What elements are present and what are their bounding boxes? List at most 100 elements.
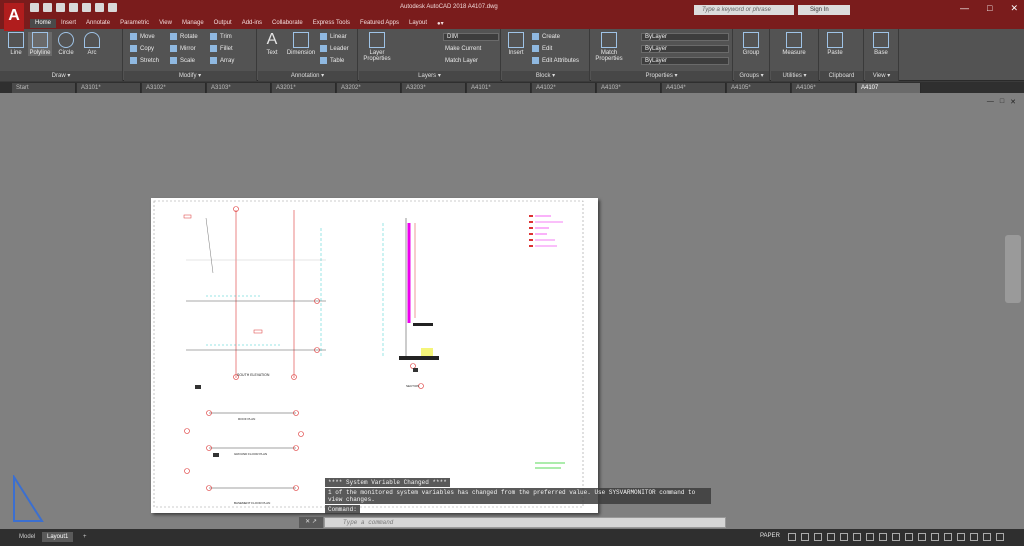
transparency-icon[interactable] — [879, 533, 887, 541]
add-layout-button[interactable]: + — [78, 532, 92, 542]
leader-button[interactable]: Leader — [320, 45, 349, 52]
linear-button[interactable]: Linear — [320, 33, 347, 40]
polar-icon[interactable] — [827, 533, 835, 541]
file-tab-a3101[interactable]: A3101* — [77, 83, 141, 93]
insert-tool[interactable]: Insert — [504, 32, 528, 56]
ribbon-tab-view[interactable]: View — [154, 19, 177, 28]
properties-panel-title[interactable]: Properties ▾ — [591, 71, 732, 81]
isolate-objects-icon[interactable] — [957, 533, 965, 541]
grid-icon[interactable] — [788, 533, 796, 541]
navigation-bar[interactable] — [1005, 235, 1021, 303]
file-tab-a4102[interactable]: A4102* — [532, 83, 596, 93]
ribbon-tab-collaborate[interactable]: Collaborate — [267, 19, 308, 28]
groups-panel-title[interactable]: Groups ▾ — [734, 71, 769, 81]
annotation-panel-title[interactable]: Annotation ▾ — [258, 71, 357, 81]
restore-drawing-icon[interactable]: □ — [1000, 98, 1004, 106]
array-button[interactable]: Array — [210, 57, 234, 64]
file-tab-a4101[interactable]: A4101* — [467, 83, 531, 93]
ribbon-tab-parametric[interactable]: Parametric — [115, 19, 154, 28]
annotation-monitor-icon[interactable] — [931, 533, 939, 541]
trim-button[interactable]: Trim — [210, 33, 232, 40]
close-icon[interactable]: ✕ — [1010, 3, 1018, 14]
customization-icon[interactable] — [996, 533, 1004, 541]
new-icon[interactable] — [30, 3, 39, 12]
selection-cycling-icon[interactable] — [892, 533, 900, 541]
ribbon-tab--[interactable]: ●▾ — [432, 19, 449, 28]
move-button[interactable]: Move — [130, 33, 155, 40]
ribbon-tab-layout[interactable]: Layout — [404, 19, 432, 28]
paste-tool[interactable]: Paste — [823, 32, 847, 56]
annotation-scale-icon[interactable] — [905, 533, 913, 541]
scale-button[interactable]: Scale — [170, 57, 195, 64]
osnap-icon[interactable] — [840, 533, 848, 541]
match-properties-tool[interactable]: Match Properties — [594, 32, 624, 62]
layer-properties-tool[interactable]: Layer Properties — [362, 32, 392, 62]
rotate-button[interactable]: Rotate — [170, 33, 198, 40]
file-tab-a4107[interactable]: A4107 — [857, 83, 921, 93]
polyline-tool[interactable]: Polyline — [28, 32, 52, 56]
stretch-button[interactable]: Stretch — [130, 57, 159, 64]
layer-dropdown[interactable]: DIM — [443, 33, 499, 41]
file-tab-a4106[interactable]: A4106* — [792, 83, 856, 93]
measure-tool[interactable]: Measure — [779, 32, 809, 56]
block-panel-title[interactable]: Block ▾ — [502, 71, 589, 81]
maximize-icon[interactable]: □ — [987, 3, 992, 14]
paper-sheet[interactable]: SOUTH ELEVATION ROOF PLAN GROUND FLOOR P… — [151, 198, 598, 513]
ribbon-tab-add-ins[interactable]: Add-ins — [237, 19, 267, 28]
sign-in-button[interactable]: Sign In — [798, 5, 850, 15]
snap-icon[interactable] — [801, 533, 809, 541]
edit-block-button[interactable]: Edit — [532, 45, 552, 52]
ribbon-tab-home[interactable]: Home — [30, 19, 57, 28]
ribbon-tab-insert[interactable]: Insert — [56, 19, 81, 28]
ribbon-tab-featured-apps[interactable]: Featured Apps — [355, 19, 404, 28]
minimize-icon[interactable]: — — [960, 3, 969, 14]
layers-panel-title[interactable]: Layers ▾ — [359, 71, 500, 81]
base-view-tool[interactable]: Base — [869, 32, 893, 56]
mirror-button[interactable]: Mirror — [170, 45, 196, 52]
command-input[interactable]: Type a command — [324, 517, 726, 528]
file-tab-a4103[interactable]: A4103* — [597, 83, 661, 93]
file-tab-a3202[interactable]: A3202* — [337, 83, 401, 93]
circle-tool[interactable]: Circle — [54, 32, 78, 56]
line-tool[interactable]: Line — [4, 32, 28, 56]
file-tab-a3201[interactable]: A3201* — [272, 83, 336, 93]
clean-screen-icon[interactable] — [983, 533, 991, 541]
ribbon-tab-annotate[interactable]: Annotate — [81, 19, 115, 28]
edit-attributes-button[interactable]: Edit Attributes — [532, 57, 579, 64]
color-dropdown[interactable]: ByLayer — [641, 33, 729, 41]
tab-layout1[interactable]: Layout1 — [42, 532, 74, 542]
ribbon-tab-manage[interactable]: Manage — [177, 19, 209, 28]
table-button[interactable]: Table — [320, 57, 344, 64]
units-icon[interactable] — [944, 533, 952, 541]
plot-icon[interactable] — [82, 3, 91, 12]
modify-panel-title[interactable]: Modify ▾ — [124, 71, 256, 81]
draw-panel-title[interactable]: Draw ▾ — [0, 71, 122, 81]
group-tool[interactable]: Group — [739, 32, 763, 56]
file-tab-a4104[interactable]: A4104* — [662, 83, 726, 93]
lineweight-dropdown[interactable]: ByLayer — [641, 57, 729, 65]
ribbon-tab-express-tools[interactable]: Express Tools — [308, 19, 355, 28]
arc-tool[interactable]: Arc — [80, 32, 104, 56]
hardware-accel-icon[interactable] — [970, 533, 978, 541]
linetype-dropdown[interactable]: ByLayer — [641, 45, 729, 53]
utilities-panel-title[interactable]: Utilities ▾ — [771, 71, 818, 81]
ortho-icon[interactable] — [814, 533, 822, 541]
dimension-tool[interactable]: Dimension — [286, 32, 316, 56]
search-input[interactable]: Type a keyword or phrase — [694, 5, 794, 15]
saveas-icon[interactable] — [69, 3, 78, 12]
autocad-logo-button[interactable]: A — [4, 3, 24, 31]
file-tab-a3102[interactable]: A3102* — [142, 83, 206, 93]
undo-icon[interactable] — [95, 3, 104, 12]
file-tab-a3103[interactable]: A3103* — [207, 83, 271, 93]
copy-button[interactable]: Copy — [130, 45, 154, 52]
create-block-button[interactable]: Create — [532, 33, 560, 40]
view-panel-title[interactable]: View ▾ — [865, 71, 898, 81]
minimize-drawing-icon[interactable]: — — [987, 98, 994, 106]
fillet-button[interactable]: Fillet — [210, 45, 233, 52]
match-layer-button[interactable]: Match Layer — [445, 58, 478, 64]
paper-space-toggle[interactable]: PAPER — [760, 533, 780, 539]
text-tool[interactable]: A Text — [260, 32, 284, 57]
make-current-button[interactable]: Make Current — [445, 46, 481, 52]
file-tab-a4105[interactable]: A4105* — [727, 83, 791, 93]
save-icon[interactable] — [56, 3, 65, 12]
